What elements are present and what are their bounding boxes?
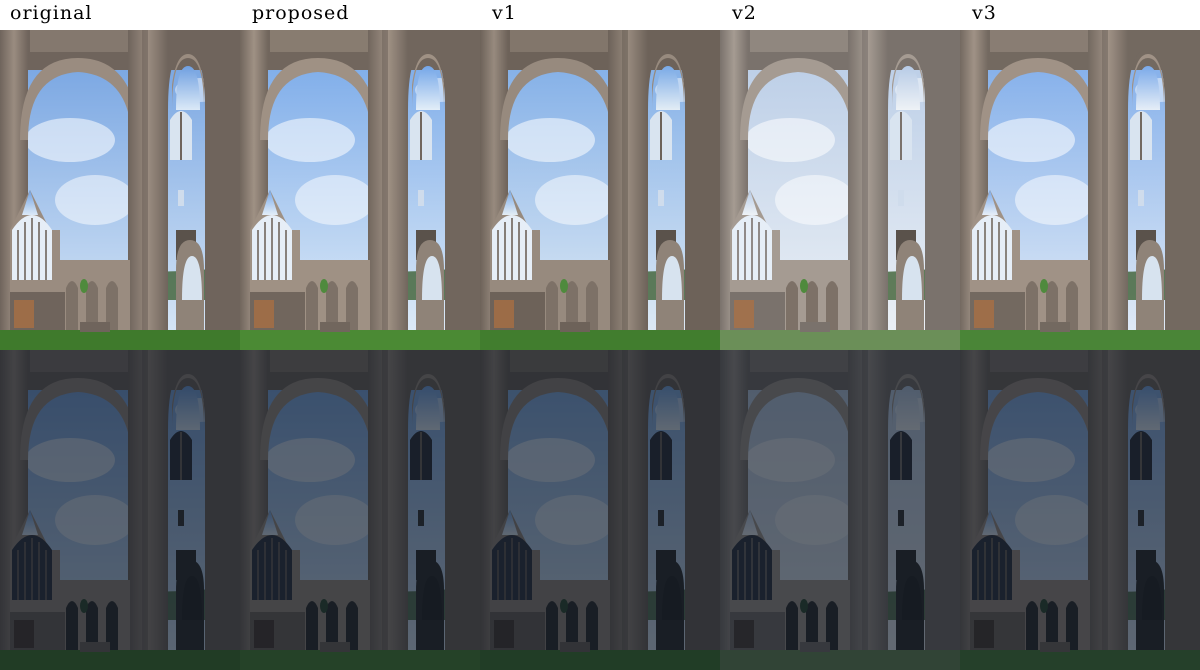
column-label-original: original xyxy=(10,2,93,24)
photo-dark-proposed xyxy=(240,350,480,670)
photo-dark-v2 xyxy=(720,350,960,670)
column-label-v2: v2 xyxy=(732,2,757,24)
photo-bright-proposed xyxy=(240,30,480,350)
photo-dark-original xyxy=(0,350,240,670)
column-label-v3: v3 xyxy=(972,2,997,24)
image-comparison-grid xyxy=(0,30,1200,670)
column-label-proposed: proposed xyxy=(252,2,350,24)
photo-bright-v2 xyxy=(720,30,960,350)
photo-dark-v1 xyxy=(480,350,720,670)
photo-dark-v3 xyxy=(960,350,1200,670)
column-label-v1: v1 xyxy=(492,2,517,24)
photo-bright-v1 xyxy=(480,30,720,350)
column-header-bar: original proposed v1 v2 v3 xyxy=(0,0,1200,30)
photo-bright-original xyxy=(0,30,240,350)
photo-bright-v3 xyxy=(960,30,1200,350)
